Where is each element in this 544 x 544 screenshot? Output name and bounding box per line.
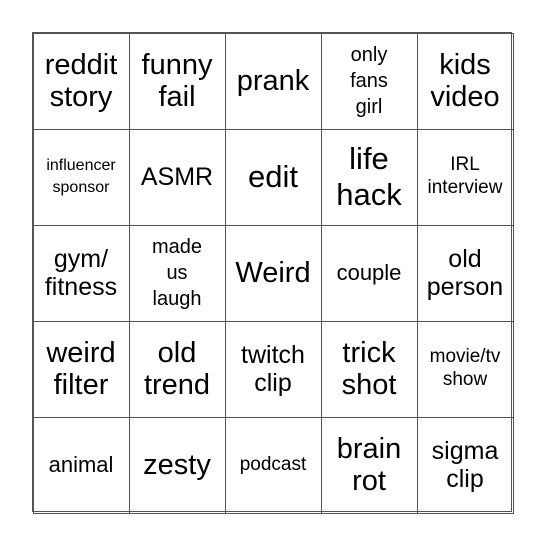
bingo-cell-line: life (349, 141, 389, 177)
bingo-cell-line: show (442, 369, 488, 390)
bingo-cell-line: fitness (44, 273, 118, 301)
bingo-cell-text: funny fail (142, 49, 213, 114)
bingo-cell-line: sponsor (52, 179, 110, 196)
bingo-cell-line: Weird (235, 256, 311, 289)
bingo-cell-line: clip (254, 369, 292, 397)
bingo-cell[interactable]: weird filter (32, 320, 130, 418)
bingo-cell-line: rot (352, 465, 386, 497)
bingo-cell[interactable]: podcast (224, 416, 322, 514)
bingo-cell-line: reddit (44, 48, 118, 81)
bingo-cell-text: edit (248, 159, 298, 195)
bingo-cell-line: old (157, 336, 197, 369)
bingo-cell[interactable]: gym/fitness (32, 224, 130, 322)
bingo-cell[interactable]: influencer sponsor (32, 128, 130, 226)
bingo-cell-text: movie/tv show (430, 346, 501, 392)
bingo-cell-line: interview (427, 177, 503, 198)
bingo-cell-text: old person (427, 245, 503, 301)
bingo-cell-line: story (49, 81, 113, 113)
bingo-cell-line: video (430, 81, 500, 113)
bingo-cell[interactable]: old person (416, 224, 514, 322)
bingo-cell[interactable]: old trend (128, 320, 226, 418)
bingo-cell[interactable]: made us laugh (128, 224, 226, 322)
bingo-cell-line: old (448, 245, 482, 273)
bingo-cell-text: brain rot (337, 433, 402, 498)
bingo-cell-line: filter (53, 369, 109, 401)
bingo-cell[interactable]: prank (224, 32, 322, 130)
bingo-cell-line: brain (336, 432, 402, 465)
bingo-cell[interactable]: trick shot (320, 320, 418, 418)
bingo-cell[interactable]: movie/tv show (416, 320, 514, 418)
bingo-cell-text: made us laugh (152, 234, 202, 312)
bingo-cell-text: couple (337, 260, 402, 286)
bingo-cell-line: weird (46, 336, 116, 369)
bingo-cell-line: clip (446, 465, 484, 493)
bingo-cell-text: Weird (235, 257, 310, 289)
bingo-cell-text: only fans girl (350, 42, 388, 120)
bingo-cell[interactable]: reddit story (32, 32, 130, 130)
bingo-cell-text: gym/fitness (45, 245, 117, 301)
bingo-cell-line: prank (236, 64, 310, 97)
bingo-cell-text: kids video (430, 49, 499, 114)
bingo-cell[interactable]: couple (320, 224, 418, 322)
bingo-board: reddit story funny fail prank only fans girl kid… (32, 32, 514, 514)
bingo-cell-text: animal (49, 452, 114, 478)
bingo-cell-text: trick shot (342, 337, 397, 402)
bingo-cell-line: shot (341, 369, 397, 401)
bingo-cell[interactable]: IRL interview (416, 128, 514, 226)
bingo-cell-line: made (151, 236, 203, 258)
bingo-cell-line: fail (158, 81, 196, 113)
bingo-cell-line: fans (350, 70, 388, 92)
bingo-cell-line: laugh (152, 288, 202, 310)
bingo-cell-text: prank (237, 65, 310, 97)
bingo-cell-line: animal (48, 451, 114, 477)
bingo-cell-line: zesty (143, 448, 211, 481)
bingo-cell[interactable]: sigma clip (416, 416, 514, 514)
bingo-cell-line: person (426, 273, 504, 301)
bingo-cell[interactable]: funny fail (128, 32, 226, 130)
bingo-cell-text: IRL interview (428, 154, 503, 200)
bingo-cell-text: ASMR (141, 163, 213, 191)
bingo-cell-line: trick (342, 336, 396, 369)
bingo-cell[interactable]: life hack (320, 128, 418, 226)
bingo-cell-text: podcast (240, 454, 307, 477)
bingo-cell-line: sigma (431, 437, 499, 465)
bingo-cell-line: ASMR (140, 163, 214, 191)
bingo-cell[interactable]: Weird (224, 224, 322, 322)
bingo-cell[interactable]: twitch clip (224, 320, 322, 418)
bingo-cell-line: gym/ (53, 245, 109, 273)
bingo-cell-text: twitch clip (241, 341, 305, 397)
bingo-cell-line: movie/tv (429, 346, 501, 368)
bingo-cell[interactable]: animal (32, 416, 130, 514)
bingo-cell-line: only (350, 44, 388, 66)
bingo-cell-line: influencer (46, 156, 116, 174)
bingo-cell-line: funny (141, 48, 213, 81)
bingo-cell[interactable]: brain rot (320, 416, 418, 514)
bingo-cell-text: old trend (144, 337, 210, 402)
bingo-cell[interactable]: kids video (416, 32, 514, 130)
bingo-cell-line: IRL (450, 154, 480, 176)
bingo-cell-line: trend (143, 369, 211, 401)
bingo-cell[interactable]: ASMR (128, 128, 226, 226)
bingo-cell-text: influencer sponsor (46, 155, 115, 200)
bingo-cell[interactable]: edit (224, 128, 322, 226)
bingo-cell-line: hack (336, 177, 402, 212)
bingo-cell-text: sigma clip (432, 437, 499, 493)
bingo-cell-line: us (166, 262, 188, 284)
bingo-cell[interactable]: only fans girl (320, 32, 418, 130)
bingo-cell[interactable]: zesty (128, 416, 226, 514)
bingo-cell-text: reddit story (45, 49, 118, 114)
bingo-cell-line: podcast (239, 453, 307, 475)
bingo-cell-line: kids (439, 48, 491, 81)
bingo-cell-line: couple (336, 259, 402, 285)
bingo-cell-line: girl (355, 96, 383, 118)
bingo-cell-line: twitch (241, 341, 305, 369)
bingo-cell-text: zesty (143, 449, 211, 481)
bingo-cell-line: edit (248, 159, 298, 195)
bingo-cell-text: life hack (336, 141, 401, 212)
bingo-cell-text: weird filter (46, 337, 115, 402)
